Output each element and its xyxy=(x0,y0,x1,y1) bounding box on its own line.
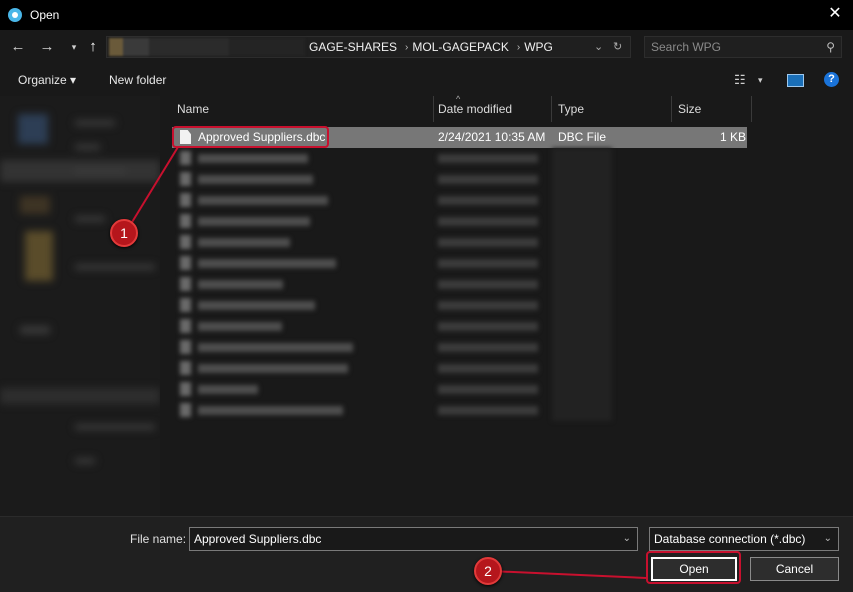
filter-dropdown-icon[interactable]: ⌄ xyxy=(824,528,832,550)
navigation-bar: ← → ▾ ↑ GAGE-SHARES › MOL-GAGEPACK › WPG… xyxy=(0,30,853,64)
command-toolbar: Organize ▾ New folder ☷ ▾ ? xyxy=(0,64,853,96)
search-box[interactable]: Search WPG ⚲ xyxy=(644,36,842,58)
title-bar: Open ✕ xyxy=(0,0,853,30)
file-name-input[interactable]: Approved Suppliers.dbc ⌄ xyxy=(189,527,638,551)
file-date: 2/24/2021 10:35 AM xyxy=(438,130,546,144)
column-header-date-modified[interactable]: Date modified xyxy=(432,96,552,122)
window-title: Open xyxy=(30,8,60,22)
navigation-pane-redacted xyxy=(0,96,160,516)
file-list-redacted[interactable] xyxy=(172,148,747,438)
address-bar[interactable]: GAGE-SHARES › MOL-GAGEPACK › WPG ⌄ ↻ xyxy=(106,36,631,58)
column-header-type[interactable]: Type xyxy=(552,96,672,122)
breadcrumb-separator-icon[interactable]: › xyxy=(517,42,520,53)
highlight-open-button xyxy=(646,551,741,584)
file-type: DBC File xyxy=(558,130,607,144)
breadcrumb-gage-shares[interactable]: GAGE-SHARES xyxy=(309,40,397,54)
preview-pane-icon[interactable] xyxy=(787,74,804,87)
breadcrumb-mol-gagepack[interactable]: MOL-GAGEPACK xyxy=(412,40,508,54)
highlight-selected-file xyxy=(172,126,329,148)
forward-arrow-icon[interactable]: → xyxy=(37,37,57,57)
file-type-filter-select[interactable]: Database connection (*.dbc) ⌄ xyxy=(649,527,839,551)
view-options-chevron-icon[interactable]: ▾ xyxy=(758,75,763,86)
navigation-pane[interactable] xyxy=(0,96,160,516)
search-icon[interactable]: ⚲ xyxy=(826,40,835,54)
file-name-value: Approved Suppliers.dbc xyxy=(194,532,322,546)
breadcrumb-separator-icon[interactable]: › xyxy=(405,42,408,53)
change-view-icon[interactable]: ☷ xyxy=(734,72,746,88)
new-folder-button[interactable]: New folder xyxy=(109,73,166,87)
refresh-icon[interactable]: ↻ xyxy=(613,40,622,53)
file-list-pane: ^ Name Date modified Type Size Approved … xyxy=(160,94,853,516)
up-arrow-icon[interactable]: ↑ xyxy=(83,37,103,57)
step-badge-1: 1 xyxy=(110,219,138,247)
file-name-dropdown-icon[interactable]: ⌄ xyxy=(623,528,631,550)
breadcrumb-wpg[interactable]: WPG xyxy=(524,40,553,54)
step-badge-2: 2 xyxy=(474,557,502,585)
column-header-size[interactable]: Size xyxy=(672,96,752,122)
file-type-filter-value: Database connection (*.dbc) xyxy=(654,532,806,546)
organize-menu[interactable]: Organize ▾ xyxy=(18,73,76,87)
help-icon[interactable]: ? xyxy=(824,72,839,87)
address-dropdown-icon[interactable]: ⌄ xyxy=(594,40,603,53)
close-icon[interactable]: ✕ xyxy=(825,4,845,24)
back-arrow-icon[interactable]: ← xyxy=(8,37,28,57)
address-path-redacted xyxy=(109,38,305,56)
file-size: 1 KB xyxy=(720,130,747,144)
column-header-name[interactable]: Name xyxy=(171,96,434,122)
recent-locations-chevron-icon[interactable]: ▾ xyxy=(64,37,84,57)
file-name-label: File name: xyxy=(130,532,187,546)
cancel-button[interactable]: Cancel xyxy=(750,557,839,581)
search-input[interactable]: Search WPG xyxy=(651,40,826,54)
app-icon xyxy=(8,8,22,22)
